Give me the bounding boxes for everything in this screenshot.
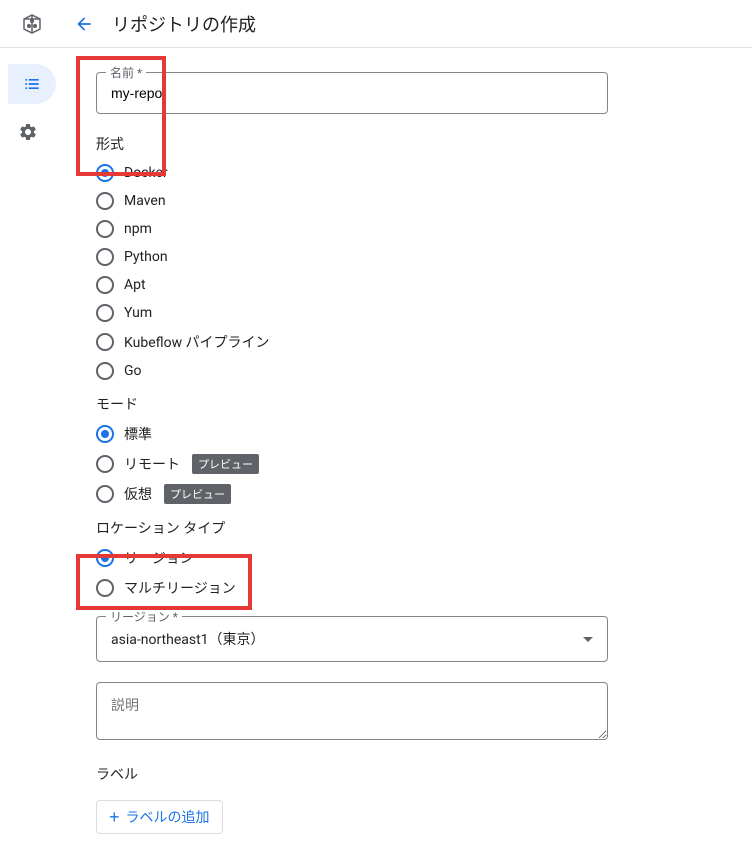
format-option-6[interactable]: Kubeflow パイプライン [96,330,684,354]
format-option-7[interactable]: Go [96,360,684,382]
location-type-option-label: リージョン [124,548,194,568]
radio-icon [96,362,114,380]
location-type-option-label: マルチリージョン [124,578,236,598]
format-option-4[interactable]: Apt [96,274,684,296]
radio-icon [96,455,114,473]
format-option-5[interactable]: Yum [96,302,684,324]
location-type-label: ロケーション タイプ [96,518,684,538]
radio-icon [96,192,114,210]
preview-badge: プレビュー [164,484,231,504]
mode-option-label: リモート [124,454,180,474]
format-option-2[interactable]: npm [96,218,684,240]
plus-icon: + [109,808,120,826]
radio-icon [96,425,114,443]
mode-option-label: 標準 [124,424,152,444]
mode-option-0[interactable]: 標準 [96,422,684,446]
radio-icon [96,333,114,351]
preview-badge: プレビュー [192,454,259,474]
radio-icon [96,485,114,503]
format-option-label: Apt [124,277,146,293]
format-option-label: Kubeflow パイプライン [124,332,270,352]
radio-icon [96,220,114,238]
name-input[interactable] [96,72,608,114]
location-type-option-1[interactable]: マルチリージョン [96,576,684,600]
radio-icon [96,276,114,294]
format-option-label: Go [124,363,142,379]
description-textarea[interactable] [96,682,608,740]
mode-option-1[interactable]: リモートプレビュー [96,452,684,476]
name-label: 名前 * [106,64,146,81]
format-option-label: Python [124,249,168,265]
radio-icon [96,304,114,322]
add-label-text: ラベルの追加 [126,807,210,827]
mode-option-label: 仮想 [124,484,152,504]
format-option-1[interactable]: Maven [96,190,684,212]
chevron-down-icon [583,637,593,642]
location-type-option-0[interactable]: リージョン [96,546,684,570]
radio-icon [96,549,114,567]
sidebar-item-list[interactable] [8,64,56,104]
format-option-label: Docker [124,165,168,181]
page-title: リポジトリの作成 [112,11,256,37]
radio-icon [96,164,114,182]
sidebar-item-settings[interactable] [8,112,48,152]
format-option-label: Yum [124,305,152,321]
mode-label: モード [96,394,684,414]
add-label-button[interactable]: + ラベルの追加 [96,800,223,834]
mode-option-2[interactable]: 仮想プレビュー [96,482,684,506]
region-value: asia-northeast1（東京） [111,629,265,649]
format-label: 形式 [96,134,684,154]
format-option-label: Maven [124,193,166,209]
product-logo [16,8,48,40]
format-option-3[interactable]: Python [96,246,684,268]
region-label: リージョン * [106,608,182,625]
radio-icon [96,248,114,266]
format-option-label: npm [124,221,152,237]
back-button[interactable] [64,4,104,44]
labels-label: ラベル [96,764,684,784]
radio-icon [96,579,114,597]
format-option-0[interactable]: Docker [96,162,684,184]
